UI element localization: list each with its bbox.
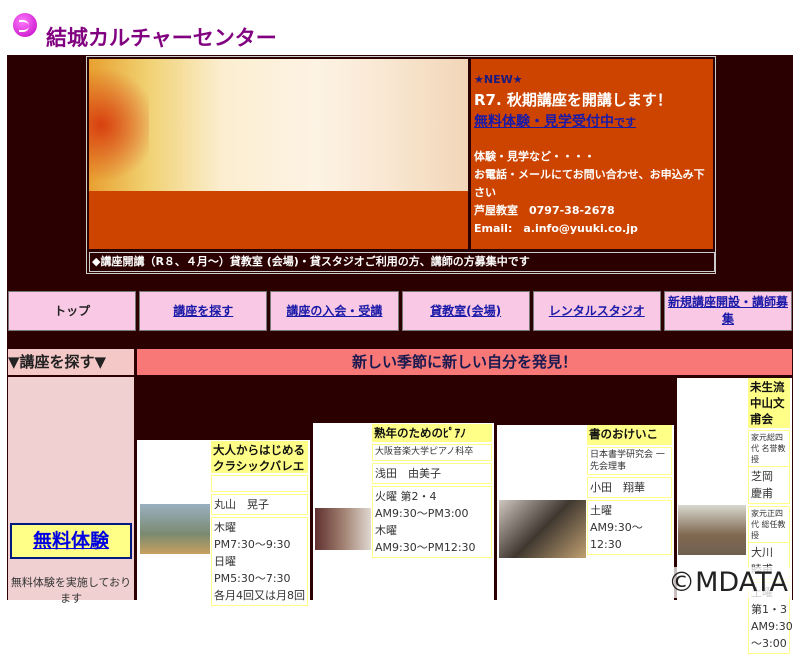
schedule: 火曜 第2・4 AM9:30～PM3:00 木曜 AM9:30～PM12:30 bbox=[372, 486, 492, 558]
teacher-credential: 大阪音楽大学ピアノ科卒 bbox=[372, 444, 492, 461]
banner: ★NEW★ R7. 秋期講座を開講します！ 無料体験・見学受付中です 体験・見学… bbox=[86, 56, 716, 274]
schedule: 土曜 AM9:30～12:30 bbox=[587, 500, 672, 555]
teacher-credential: 家元正四代 総任教授 bbox=[748, 506, 790, 543]
course-title[interactable]: 未生流中山文甫会 bbox=[748, 378, 790, 428]
course-card[interactable]: 大人からはじめるクラシックバレエ 丸山 晃子 木曜 PM7:30～9:30 日曜 PM… bbox=[137, 440, 310, 606]
piano-photo[interactable] bbox=[315, 508, 371, 550]
nav-rental-studio[interactable]: レンタルスタジオ bbox=[532, 291, 661, 331]
news-panel: ★NEW★ R7. 秋期講座を開講します！ 無料体験・見学受付中です 体験・見学… bbox=[471, 59, 713, 249]
nav-rental-room[interactable]: 貸教室(会場) bbox=[401, 291, 530, 331]
free-trial-button[interactable]: 無料体験 bbox=[10, 523, 132, 559]
phone: 芦屋教室 0797-38-2678 bbox=[474, 204, 615, 217]
logo-icon[interactable] bbox=[13, 13, 37, 37]
left-column: 無料体験 無料体験を実施しております bbox=[8, 377, 134, 605]
teacher-credential: 家元総四代 名誉教授 bbox=[748, 430, 790, 467]
recruit-notice: ◆講座開講（R８、４月～）貸教室 (会場)・貸スタジオご利用の方、講師の方募集中… bbox=[89, 252, 715, 272]
watermark: ©MDATA bbox=[664, 567, 792, 598]
nav-find-course[interactable]: 講座を探す bbox=[139, 291, 268, 331]
schedule: 木曜 PM7:30～9:30 日曜 PM5:30～7:30 各月4回又は月8回 bbox=[211, 517, 308, 606]
calligraphy-photo[interactable] bbox=[499, 500, 586, 558]
news-headline: R7. 秋期講座を開講します！ bbox=[474, 91, 672, 109]
teacher-credential: 日本書学研究会 一先会理事 bbox=[587, 447, 672, 475]
section-heading: ▼講座を探す▼ bbox=[8, 349, 134, 375]
ikebana-photo[interactable] bbox=[678, 505, 746, 555]
free-trial-link[interactable]: 無料体験・見学受付中です bbox=[471, 111, 713, 134]
site-title[interactable]: 結城カルチャーセンター bbox=[46, 22, 277, 52]
teacher: 丸山 晃子 bbox=[211, 494, 308, 515]
main-nav: トップ 講座を探す 講座の入会・受講 貸教室(会場) レンタルスタジオ 新規講座… bbox=[8, 291, 793, 331]
teacher: 小田 翔華 bbox=[587, 477, 672, 498]
info-text: 体験・見学など・・・・ bbox=[474, 150, 595, 163]
teacher: 芝岡 慶甫 bbox=[748, 466, 790, 504]
nav-enrollment[interactable]: 講座の入会・受講 bbox=[270, 291, 399, 331]
ballet-photo[interactable] bbox=[140, 504, 210, 554]
course-title[interactable]: 大人からはじめるクラシックバレエ bbox=[211, 441, 308, 473]
new-label: ★NEW★ bbox=[474, 73, 523, 86]
nav-top[interactable]: トップ bbox=[8, 291, 137, 331]
free-trial-note: 無料体験を実施しております bbox=[10, 576, 132, 605]
nav-recruit[interactable]: 新規講座開設・講師募集 bbox=[663, 291, 793, 331]
email[interactable]: Email: a.info@yuuki.co.jp bbox=[471, 220, 713, 238]
course-title[interactable]: 熟年のためのﾋﾟｱﾉ bbox=[372, 424, 492, 442]
contact-text: お電話・メールにてお問い合わせ、お申込み下さい bbox=[474, 168, 705, 199]
slogan: 新しい季節に新しい自分を発見！ bbox=[137, 349, 792, 375]
course-title[interactable]: 書のおけいこ bbox=[587, 425, 672, 445]
teacher: 浅田 由美子 bbox=[372, 463, 492, 484]
course-card[interactable]: 熟年のためのﾋﾟｱﾉ 大阪音楽大学ピアノ科卒 浅田 由美子 火曜 第2・4 AM9… bbox=[313, 423, 494, 600]
autumn-leaves-image bbox=[89, 59, 468, 191]
blank-cell bbox=[211, 475, 308, 492]
course-card[interactable]: 書のおけいこ 日本書学研究会 一先会理事 小田 翔華 土曜 AM9:30～12:3… bbox=[497, 425, 674, 600]
